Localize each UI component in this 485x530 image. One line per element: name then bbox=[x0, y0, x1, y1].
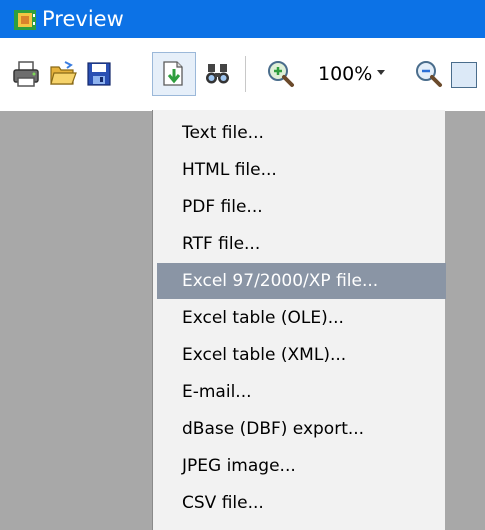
menu-item-dbase-export[interactable]: dBase (DBF) export... bbox=[157, 411, 446, 447]
export-button[interactable] bbox=[154, 54, 194, 94]
open-folder-icon bbox=[50, 61, 77, 85]
menu-item-jpeg-image[interactable]: JPEG image... bbox=[157, 448, 446, 484]
find-icon bbox=[206, 64, 229, 84]
export-icon bbox=[163, 61, 183, 86]
menu-item-csv-file[interactable]: CSV file... bbox=[157, 485, 446, 521]
find-button[interactable] bbox=[198, 54, 238, 94]
print-icon bbox=[13, 61, 39, 87]
window-title: Preview bbox=[42, 7, 124, 31]
save-icon bbox=[87, 62, 111, 86]
preview-app-icon bbox=[14, 10, 36, 30]
zoom-out-button[interactable] bbox=[409, 54, 449, 94]
menu-item-pdf-file[interactable]: PDF file... bbox=[157, 189, 446, 225]
menu-item-email[interactable]: E-mail... bbox=[157, 374, 446, 410]
menu-item-html-file[interactable]: HTML file... bbox=[157, 152, 446, 188]
zoom-in-button[interactable] bbox=[261, 54, 301, 94]
export-menu: Text file... HTML file... PDF file... RT… bbox=[152, 110, 446, 530]
menu-item-rtf-file[interactable]: RTF file... bbox=[157, 226, 446, 262]
zoom-out-icon bbox=[416, 61, 442, 87]
print-button[interactable] bbox=[6, 54, 46, 94]
menu-item-text-file[interactable]: Text file... bbox=[157, 115, 446, 151]
open-button[interactable] bbox=[43, 54, 83, 94]
page-view-icon[interactable] bbox=[451, 62, 477, 88]
chevron-down-icon[interactable] bbox=[375, 66, 387, 78]
title-bar: Preview bbox=[0, 0, 485, 38]
zoom-in-icon bbox=[268, 61, 294, 87]
menu-item-excel-file[interactable]: Excel 97/2000/XP file... bbox=[157, 263, 446, 299]
save-button[interactable] bbox=[79, 54, 119, 94]
toolbar-separator bbox=[245, 56, 246, 92]
menu-item-excel-ole[interactable]: Excel table (OLE)... bbox=[157, 300, 446, 336]
zoom-level[interactable]: 100% bbox=[318, 60, 373, 88]
menu-item-excel-xml[interactable]: Excel table (XML)... bbox=[157, 337, 446, 373]
